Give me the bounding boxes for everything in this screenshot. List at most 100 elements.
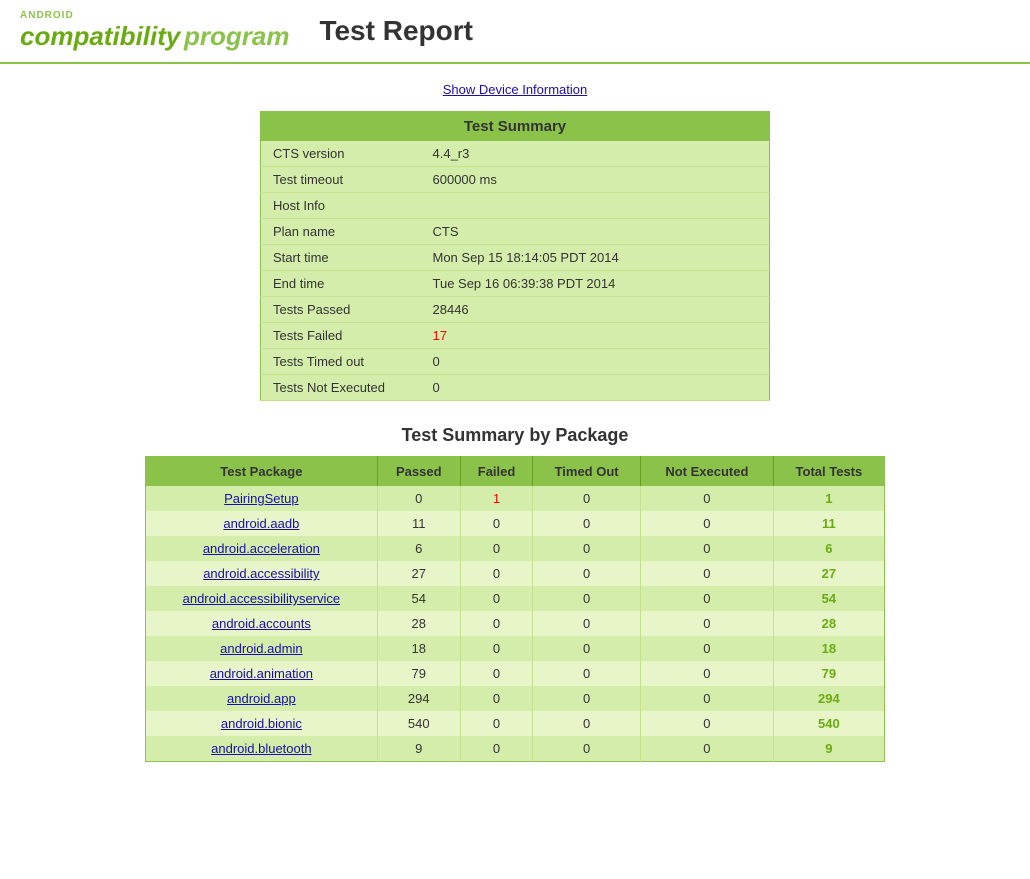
summary-value: 600000 ms [421, 167, 770, 193]
pkg-col-header: Test Package [146, 457, 378, 487]
summary-label: Tests Timed out [261, 349, 421, 375]
pkg-failed: 0 [460, 736, 532, 762]
pkg-failed: 0 [460, 711, 532, 736]
pkg-row: android.admin1800018 [146, 636, 885, 661]
pkg-row: android.bionic540000540 [146, 711, 885, 736]
pkg-passed: 54 [377, 586, 460, 611]
pkg-timed-out: 0 [533, 536, 641, 561]
summary-label: Plan name [261, 219, 421, 245]
pkg-row: android.aadb1100011 [146, 511, 885, 536]
pkg-passed: 540 [377, 711, 460, 736]
pkg-col-header: Not Executed [640, 457, 773, 487]
summary-value: 0 [421, 349, 770, 375]
pkg-not-executed: 0 [640, 711, 773, 736]
pkg-row: android.accessibility2700027 [146, 561, 885, 586]
pkg-timed-out: 0 [533, 586, 641, 611]
summary-row: CTS version4.4_r3 [261, 141, 770, 167]
pkg-failed: 0 [460, 661, 532, 686]
pkg-summary-title: Test Summary by Package [145, 425, 885, 446]
pkg-table: Test PackagePassedFailedTimed OutNot Exe… [145, 456, 885, 762]
summary-value: 17 [421, 323, 770, 349]
pkg-passed: 6 [377, 536, 460, 561]
summary-row: Test timeout600000 ms [261, 167, 770, 193]
pkg-total: 18 [773, 636, 884, 661]
summary-table: Test SummaryCTS version4.4_r3Test timeou… [260, 111, 770, 401]
pkg-passed: 294 [377, 686, 460, 711]
pkg-row: android.bluetooth90009 [146, 736, 885, 762]
pkg-link[interactable]: android.aadb [223, 516, 299, 531]
summary-row: Tests Failed17 [261, 323, 770, 349]
pkg-passed: 18 [377, 636, 460, 661]
pkg-failed: 0 [460, 561, 532, 586]
pkg-total: 27 [773, 561, 884, 586]
summary-label: Tests Failed [261, 323, 421, 349]
pkg-not-executed: 0 [640, 736, 773, 762]
summary-value: 4.4_r3 [421, 141, 770, 167]
summary-label: Tests Passed [261, 297, 421, 323]
summary-value: Tue Sep 16 06:39:38 PDT 2014 [421, 271, 770, 297]
pkg-timed-out: 0 [533, 486, 641, 511]
summary-label: Test timeout [261, 167, 421, 193]
pkg-not-executed: 0 [640, 536, 773, 561]
pkg-passed: 28 [377, 611, 460, 636]
pkg-timed-out: 0 [533, 686, 641, 711]
pkg-col-header: Failed [460, 457, 532, 487]
pkg-failed: 1 [460, 486, 532, 511]
summary-row: End timeTue Sep 16 06:39:38 PDT 2014 [261, 271, 770, 297]
pkg-total: 1 [773, 486, 884, 511]
pkg-not-executed: 0 [640, 686, 773, 711]
pkg-timed-out: 0 [533, 736, 641, 762]
pkg-passed: 0 [377, 486, 460, 511]
pkg-link[interactable]: android.accounts [212, 616, 311, 631]
logo-program-label: program [184, 21, 289, 51]
pkg-row: android.accessibilityservice5400054 [146, 586, 885, 611]
page-title: Test Report [319, 15, 473, 47]
pkg-failed: 0 [460, 511, 532, 536]
summary-value: CTS [421, 219, 770, 245]
pkg-failed: 0 [460, 536, 532, 561]
pkg-total: 540 [773, 711, 884, 736]
pkg-row: PairingSetup01001 [146, 486, 885, 511]
show-device-link[interactable]: Show Device Information [145, 82, 885, 97]
summary-row: Tests Passed28446 [261, 297, 770, 323]
summary-value [421, 193, 770, 219]
summary-row: Host Info [261, 193, 770, 219]
pkg-total: 54 [773, 586, 884, 611]
pkg-failed: 0 [460, 636, 532, 661]
summary-row: Tests Not Executed0 [261, 375, 770, 401]
pkg-link[interactable]: android.accessibility [203, 566, 319, 581]
summary-label: Tests Not Executed [261, 375, 421, 401]
pkg-link[interactable]: android.animation [210, 666, 313, 681]
pkg-link[interactable]: android.admin [220, 641, 302, 656]
pkg-total: 6 [773, 536, 884, 561]
pkg-row: android.app294000294 [146, 686, 885, 711]
summary-row: Tests Timed out0 [261, 349, 770, 375]
pkg-timed-out: 0 [533, 511, 641, 536]
logo-compat-label: compatibility [20, 21, 180, 51]
summary-label: Host Info [261, 193, 421, 219]
pkg-row: android.accounts2800028 [146, 611, 885, 636]
pkg-link[interactable]: android.app [227, 691, 296, 706]
pkg-link[interactable]: PairingSetup [224, 491, 298, 506]
pkg-link[interactable]: android.bluetooth [211, 741, 311, 756]
summary-label: CTS version [261, 141, 421, 167]
pkg-not-executed: 0 [640, 611, 773, 636]
pkg-passed: 9 [377, 736, 460, 762]
pkg-not-executed: 0 [640, 486, 773, 511]
pkg-row: android.acceleration60006 [146, 536, 885, 561]
pkg-link[interactable]: android.accessibilityservice [183, 591, 341, 606]
pkg-total: 294 [773, 686, 884, 711]
pkg-col-header: Timed Out [533, 457, 641, 487]
pkg-failed: 0 [460, 586, 532, 611]
pkg-timed-out: 0 [533, 611, 641, 636]
pkg-link[interactable]: android.acceleration [203, 541, 320, 556]
pkg-total: 11 [773, 511, 884, 536]
pkg-not-executed: 0 [640, 636, 773, 661]
pkg-timed-out: 0 [533, 711, 641, 736]
pkg-passed: 11 [377, 511, 460, 536]
pkg-timed-out: 0 [533, 561, 641, 586]
pkg-link[interactable]: android.bionic [221, 716, 302, 731]
pkg-timed-out: 0 [533, 636, 641, 661]
pkg-not-executed: 0 [640, 586, 773, 611]
summary-row: Plan nameCTS [261, 219, 770, 245]
